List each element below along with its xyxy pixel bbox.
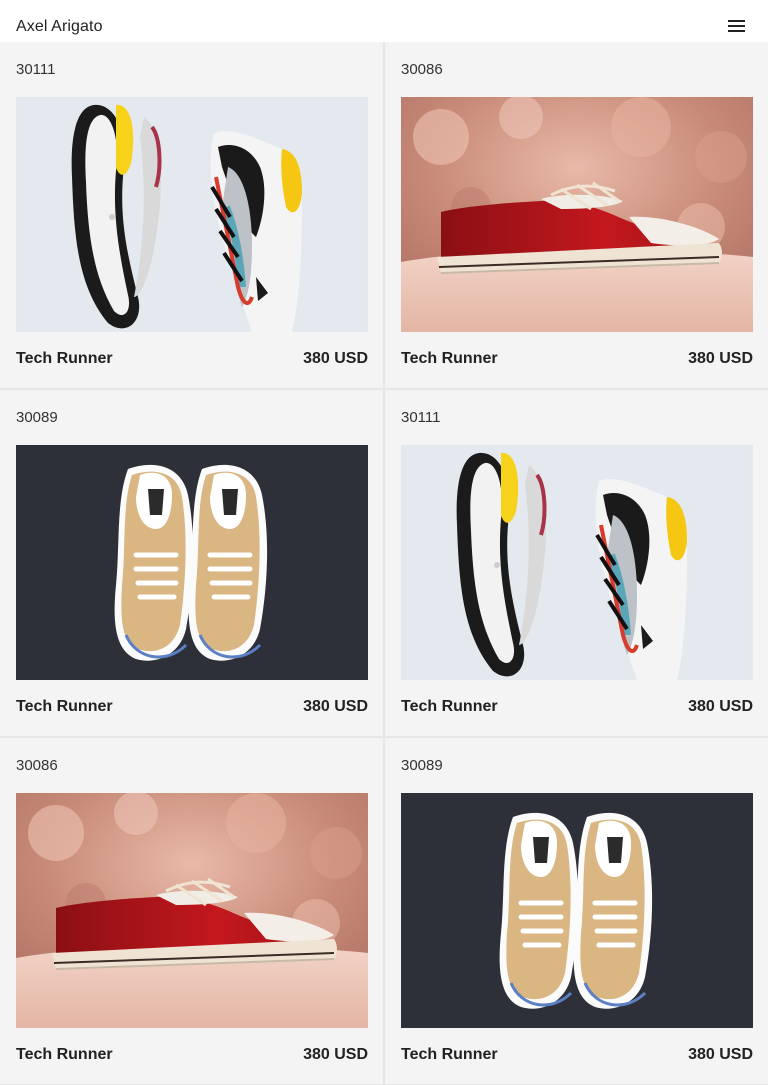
product-price: 380 USD [688, 1046, 753, 1063]
product-photo-red-sneaker [401, 97, 753, 332]
product-name: Tech Runner [16, 350, 113, 367]
product-price: 380 USD [688, 698, 753, 715]
product-image[interactable] [401, 793, 753, 1028]
product-name: Tech Runner [401, 698, 498, 715]
product-image[interactable] [16, 97, 368, 332]
product-photo-runner [401, 445, 753, 680]
product-card[interactable]: 30111 Tech Runner 380 USD [0, 42, 383, 388]
product-sku: 30089 [401, 757, 443, 774]
product-photo-tan-sneakers [401, 793, 753, 1028]
product-price: 380 USD [303, 698, 368, 715]
product-image[interactable] [16, 445, 368, 680]
brand-logo-text[interactable]: Axel Arigato [16, 18, 103, 36]
product-sku: 30086 [401, 61, 443, 78]
hamburger-menu-icon[interactable] [728, 20, 745, 36]
product-photo-tan-sneakers [16, 445, 368, 680]
product-grid: 30111 Tech Runner 380 USD 30086 Tech Run… [0, 42, 768, 1085]
product-name: Tech Runner [401, 350, 498, 367]
product-photo-red-sneaker [16, 793, 368, 1028]
product-sku: 30089 [16, 409, 58, 426]
product-card[interactable]: 30086 Tech Runner 380 USD [385, 42, 768, 388]
product-photo-runner [16, 97, 368, 332]
product-name: Tech Runner [401, 1046, 498, 1063]
product-price: 380 USD [303, 350, 368, 367]
product-card[interactable]: 30086 Tech Runner 380 USD [0, 738, 383, 1084]
product-image[interactable] [401, 97, 753, 332]
product-sku: 30111 [16, 61, 56, 78]
product-card[interactable]: 30089 Tech Runner 380 USD [385, 738, 768, 1084]
product-sku: 30086 [16, 757, 58, 774]
product-image[interactable] [401, 445, 753, 680]
product-price: 380 USD [303, 1046, 368, 1063]
product-image[interactable] [16, 793, 368, 1028]
product-card[interactable]: 30111 Tech Runner 380 USD [385, 390, 768, 736]
product-price: 380 USD [688, 350, 753, 367]
product-card[interactable]: 30089 Tech Runner 380 USD [0, 390, 383, 736]
top-header: Axel Arigato [0, 0, 768, 42]
product-name: Tech Runner [16, 698, 113, 715]
product-name: Tech Runner [16, 1046, 113, 1063]
product-sku: 30111 [401, 409, 441, 426]
